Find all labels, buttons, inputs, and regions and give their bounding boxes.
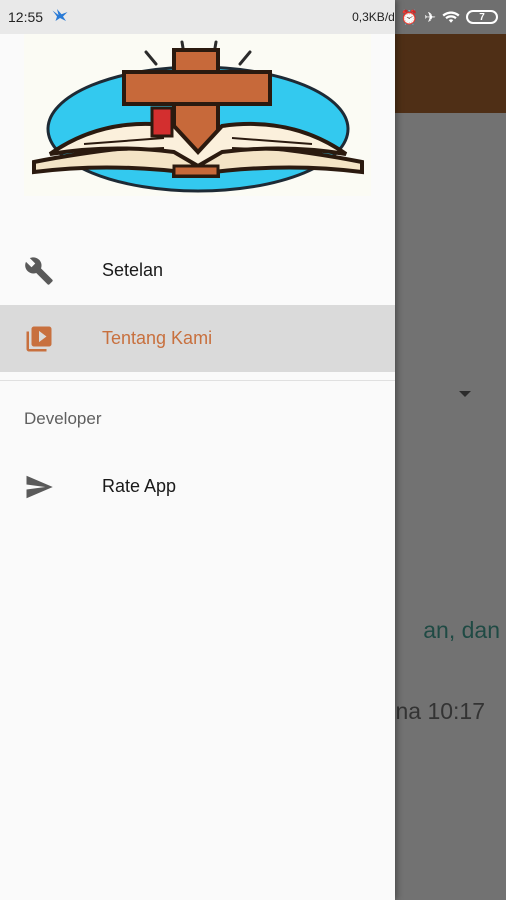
airplane-icon: ✈	[424, 9, 436, 25]
alarm-icon: ⏰	[400, 9, 419, 25]
send-icon	[22, 470, 56, 504]
video-library-icon	[22, 322, 56, 356]
drawer-header-logo	[24, 34, 371, 196]
status-time: 12:55	[8, 9, 44, 25]
wrench-icon	[22, 254, 56, 288]
menu-item-rate-app-label: Rate App	[102, 476, 177, 496]
status-bar: 12:55 0,3KB/d ⏰ ✈ 7	[0, 0, 506, 34]
menu-divider	[0, 380, 395, 381]
bird-notification-icon	[51, 7, 69, 28]
bible-cross-logo	[32, 40, 364, 193]
menu-item-setelan[interactable]: Setelan	[0, 237, 395, 304]
menu-item-rate-app[interactable]: Rate App	[0, 453, 395, 520]
menu-item-setelan-label: Setelan	[102, 260, 164, 280]
developer-section-title: Developer	[24, 409, 102, 428]
wifi-icon	[442, 9, 460, 26]
network-speed: 0,3KB/d	[352, 10, 395, 24]
navigation-drawer: Setelan Tentang Kami Developer Rate App	[0, 0, 395, 900]
menu-item-tentang-kami-label: Tentang Kami	[102, 328, 213, 348]
battery-indicator: 7	[466, 10, 498, 24]
menu-item-tentang-kami[interactable]: Tentang Kami	[0, 305, 395, 372]
dropdown-arrow-icon	[459, 391, 471, 397]
